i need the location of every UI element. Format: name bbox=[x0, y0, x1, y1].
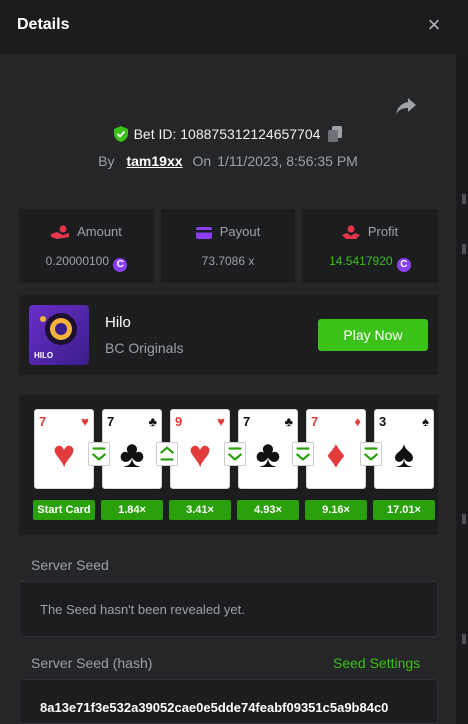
bet-datetime: 1/11/2023, 8:56:35 PM bbox=[217, 153, 358, 169]
card-rank: 7 bbox=[243, 414, 251, 429]
arrow-down-icon bbox=[224, 442, 246, 466]
card-rank: 3 bbox=[379, 414, 387, 429]
arrow-down-icon bbox=[88, 442, 110, 466]
shield-check-icon bbox=[113, 126, 128, 142]
stat-label: Payout bbox=[219, 224, 261, 239]
multiplier-tag: 9.16× bbox=[305, 500, 367, 520]
server-seed-hash-value: 8a13e71f3e532a39052cae0e5dde74feabf09351… bbox=[40, 700, 389, 715]
card-rank: 9 bbox=[175, 414, 183, 429]
on-label: On bbox=[192, 153, 212, 169]
arrow-down-icon bbox=[360, 442, 382, 466]
card-suit-icon: ♥ bbox=[188, 434, 212, 476]
playing-card: 7 ♦ ♦ bbox=[306, 409, 366, 489]
playing-card: 7 ♣ ♣ bbox=[102, 409, 162, 489]
game-provider: BC Originals bbox=[105, 340, 184, 356]
background-text-fragment bbox=[462, 514, 466, 524]
stat-payout: Payout 73.7086 x bbox=[161, 209, 295, 283]
server-seed-box: The Seed hasn't been revealed yet. bbox=[19, 581, 438, 637]
playing-card: 7 ♣ ♣ bbox=[238, 409, 298, 489]
coin-icon: C bbox=[396, 258, 411, 272]
start-card-tag: Start Card bbox=[33, 500, 95, 520]
stat-label: Profit bbox=[367, 224, 399, 239]
bet-id-line: Bet ID: 108875312124657704 bbox=[0, 126, 456, 146]
card-suit-small-icon: ♥ bbox=[81, 414, 89, 429]
card-suit-small-icon: ♥ bbox=[217, 414, 225, 429]
stat-value: 14.5417920 bbox=[329, 254, 393, 268]
card-suit-small-icon: ♣ bbox=[284, 414, 293, 429]
seed-settings-link[interactable]: Seed Settings bbox=[333, 655, 420, 671]
multiplier-tag: 1.84× bbox=[101, 500, 163, 520]
stat-label: Amount bbox=[77, 224, 122, 239]
background-text-fragment bbox=[462, 244, 466, 254]
profit-hand-icon bbox=[341, 225, 360, 239]
username-link[interactable]: tam19xx bbox=[126, 153, 182, 169]
server-seed-hash-label: Server Seed (hash) bbox=[31, 655, 153, 671]
card-rank: 7 bbox=[107, 414, 115, 429]
details-header: Details × bbox=[0, 0, 468, 54]
game-card: HILO Hilo BC Originals Play Now bbox=[19, 295, 438, 375]
server-seed-label: Server Seed bbox=[31, 557, 109, 573]
bet-id: Bet ID: 108875312124657704 bbox=[133, 126, 321, 142]
game-thumbnail[interactable]: HILO bbox=[29, 305, 89, 365]
card-icon bbox=[195, 227, 212, 239]
card-history: 7 ♥ ♥ 7 ♣ ♣ 9 ♥ ♥ 7 ♣ ♣ 7 ♦ ♦ 3 ♠ ♠ Start Card 1.84× 3.41× 4.… bbox=[19, 395, 438, 535]
card-suit-icon: ♣ bbox=[255, 434, 281, 476]
by-label: By bbox=[98, 153, 115, 169]
server-seed-message: The Seed hasn't been revealed yet. bbox=[40, 602, 245, 617]
stat-amount: Amount 0.20000100 C bbox=[19, 209, 154, 283]
multiplier-tag: 17.01× bbox=[373, 500, 435, 520]
page-title: Details bbox=[17, 16, 70, 33]
card-suit-small-icon: ♠ bbox=[422, 414, 429, 429]
share-icon[interactable] bbox=[394, 96, 418, 118]
thumbnail-label: HILO bbox=[34, 351, 53, 360]
card-suit-icon: ♥ bbox=[52, 434, 76, 476]
card-rank: 7 bbox=[311, 414, 319, 429]
multiplier-tag: 3.41× bbox=[169, 500, 231, 520]
multiplier-tag: 4.93× bbox=[237, 500, 299, 520]
card-suit-small-icon: ♣ bbox=[148, 414, 157, 429]
stat-value: 73.7086 x bbox=[201, 254, 255, 268]
arrow-down-icon bbox=[292, 442, 314, 466]
server-seed-hash-box[interactable]: 8a13e71f3e532a39052cae0e5dde74feabf09351… bbox=[19, 679, 438, 724]
close-icon[interactable]: × bbox=[423, 13, 445, 37]
copy-icon[interactable] bbox=[328, 126, 343, 142]
playing-card: 9 ♥ ♥ bbox=[170, 409, 230, 489]
playing-card: 3 ♠ ♠ bbox=[374, 409, 434, 489]
background-strip bbox=[456, 54, 468, 724]
card-suit-icon: ♣ bbox=[119, 434, 145, 476]
bet-author-line: By tam19xx On 1/11/2023, 8:56:35 PM bbox=[0, 153, 456, 173]
stat-profit: Profit 14.5417920 C bbox=[302, 209, 438, 283]
card-suit-small-icon: ♦ bbox=[354, 414, 361, 429]
card-rank: 7 bbox=[39, 414, 47, 429]
play-now-button[interactable]: Play Now bbox=[318, 319, 428, 351]
stat-value: 0.20000100 bbox=[45, 254, 110, 268]
arrow-up-icon bbox=[156, 442, 178, 466]
background-text-fragment bbox=[462, 194, 466, 204]
card-suit-icon: ♦ bbox=[326, 434, 346, 476]
card-suit-icon: ♠ bbox=[393, 434, 415, 476]
playing-card: 7 ♥ ♥ bbox=[34, 409, 94, 489]
game-name: Hilo bbox=[105, 314, 131, 331]
coin-icon: C bbox=[113, 258, 128, 272]
hilo-logo-icon: HILO bbox=[34, 313, 77, 360]
coins-hand-icon bbox=[51, 225, 70, 239]
background-text-fragment bbox=[462, 634, 466, 644]
